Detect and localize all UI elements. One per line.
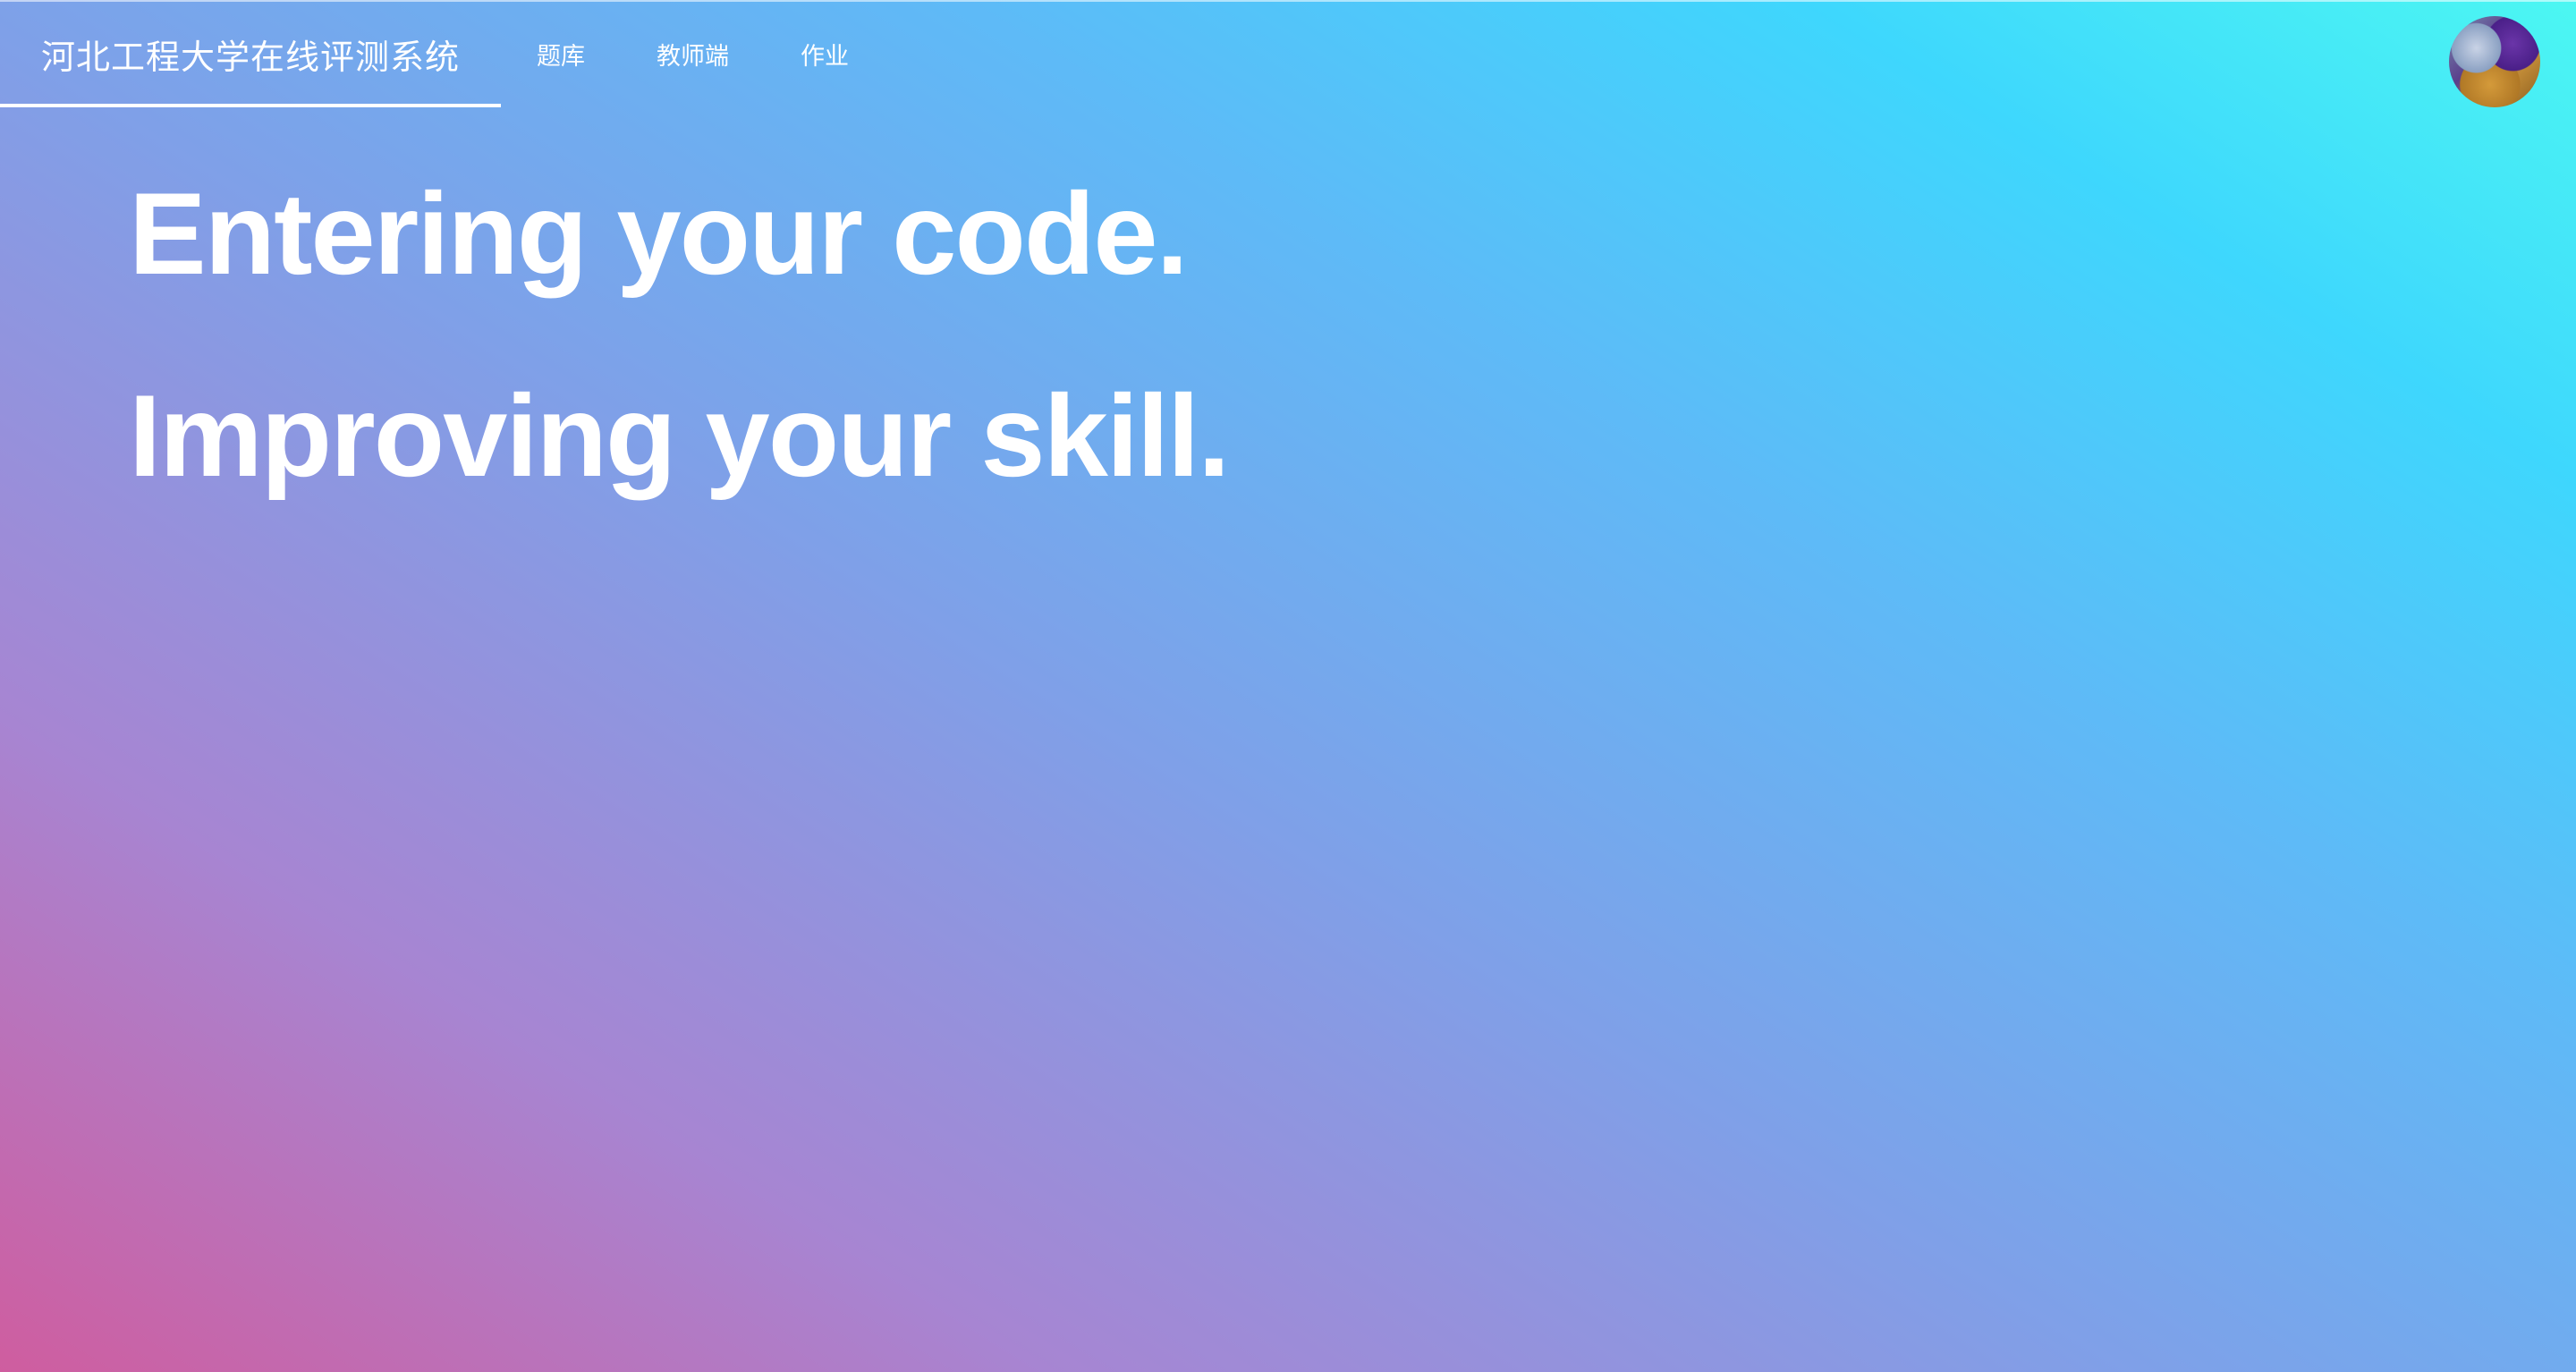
brand-link[interactable]: 河北工程大学在线评测系统 bbox=[0, 0, 501, 107]
brand-title: 河北工程大学在线评测系统 bbox=[40, 37, 460, 77]
user-avatar-icon[interactable] bbox=[2449, 16, 2540, 107]
hero-section: Entering your code. Improving your skill… bbox=[129, 168, 1230, 501]
nav-item-teacher[interactable]: 教师端 bbox=[657, 37, 729, 72]
hero-headline-1: Entering your code. bbox=[129, 168, 1189, 299]
nav-item-problem-bank[interactable]: 题库 bbox=[537, 37, 585, 72]
hero-headline-2: Improving your skill. bbox=[129, 370, 1230, 501]
nav-menu: 题库 教师端 作业 bbox=[537, 0, 920, 107]
top-navbar: 河北工程大学在线评测系统 题库 教师端 作业 bbox=[0, 0, 2576, 107]
nav-item-homework[interactable]: 作业 bbox=[801, 37, 849, 72]
active-nav-indicator bbox=[0, 104, 501, 107]
